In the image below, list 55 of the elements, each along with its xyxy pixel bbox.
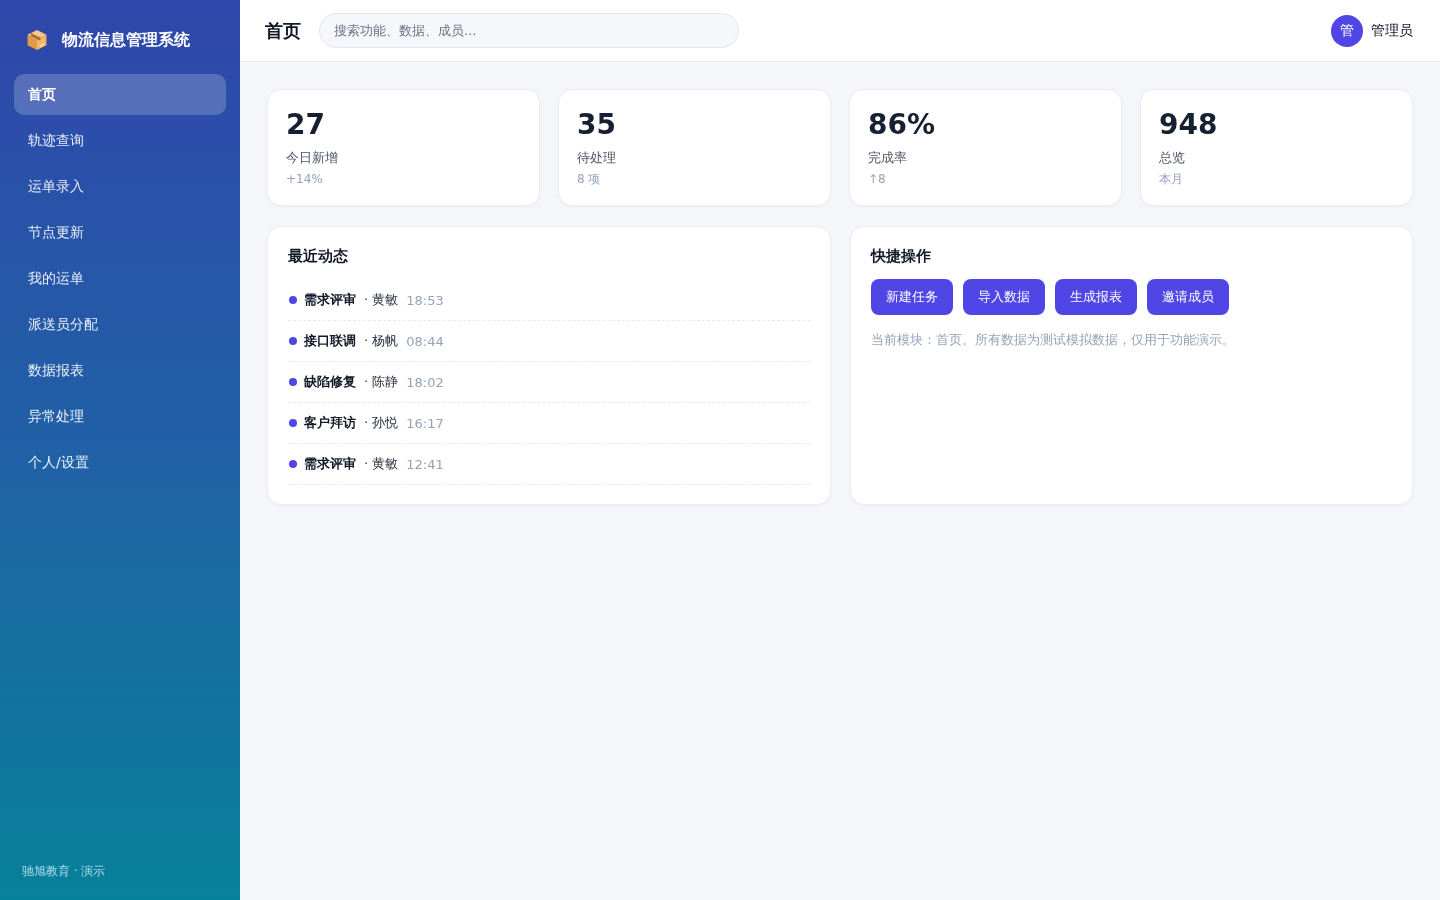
sidebar-footer: 驰旭教育 · 演示: [22, 863, 106, 879]
stat-value: 86%: [868, 108, 936, 142]
activity-time: 16:17: [406, 415, 444, 431]
quick-action-button[interactable]: 生成报表: [1054, 279, 1137, 315]
bullet-dot-icon: [289, 378, 297, 386]
box-icon: [27, 30, 47, 50]
stat-value: 27: [286, 108, 325, 142]
sidebar-item[interactable]: 轨迹查询: [14, 120, 226, 161]
stat-value: 35: [577, 108, 616, 142]
activity-time: 18:53: [406, 292, 444, 308]
sidebar-item[interactable]: 派送员分配: [14, 304, 226, 345]
stat-value: 948: [1159, 108, 1218, 142]
sidebar-item[interactable]: 运单录入: [14, 166, 226, 207]
panel-title: 快捷操作: [870, 246, 931, 266]
stat-label: 今日新增: [286, 149, 338, 167]
sidebar-item[interactable]: 个人/设置: [14, 442, 226, 483]
bullet-dot-icon: [289, 419, 297, 427]
sidebar-item[interactable]: 我的运单: [14, 258, 226, 299]
quick-action-button[interactable]: 邀请成员: [1146, 279, 1229, 315]
bullet-dot-icon: [289, 296, 297, 304]
activity-title: 缺陷修复: [304, 373, 356, 391]
activity-title: 需求评审: [304, 455, 356, 473]
stat-note: +14%: [286, 171, 323, 187]
page-title: 首页: [265, 18, 301, 43]
user-name[interactable]: 管理员: [1371, 21, 1413, 40]
activity-person: · 孙悦: [364, 414, 399, 432]
activity-title: 需求评审: [304, 291, 356, 309]
search-field[interactable]: 搜索功能、数据、成员...: [319, 13, 739, 48]
panel-title: 最近动态: [288, 246, 348, 266]
module-note: 当前模块：首页。所有数据为测试模拟数据，仅用于功能演示。: [870, 331, 1235, 349]
activity-title: 接口联调: [304, 332, 356, 350]
stat-label: 总览: [1159, 149, 1185, 167]
bullet-dot-icon: [289, 337, 297, 345]
activity-person: · 黄敏: [364, 455, 399, 473]
activity-person: · 黄敏: [364, 291, 399, 309]
sidebar-item[interactable]: 首页: [14, 74, 226, 115]
stat-label: 完成率: [868, 149, 907, 167]
activity-title: 客户拜访: [304, 414, 356, 432]
quick-action-button[interactable]: 新建任务: [870, 279, 953, 315]
activity-person: · 杨帆: [364, 332, 399, 350]
app-title: 物流信息管理系统: [62, 29, 190, 51]
activity-time: 12:41: [406, 456, 444, 472]
quick-action-button[interactable]: 导入数据: [962, 279, 1045, 315]
activity-time: 18:02: [406, 374, 444, 390]
sidebar-item[interactable]: 数据报表: [14, 350, 226, 391]
activity-person: · 陈静: [364, 373, 399, 391]
stat-note: 本月: [1159, 171, 1183, 187]
sidebar-item[interactable]: 异常处理: [14, 396, 226, 437]
stat-label: 待处理: [577, 149, 616, 167]
sidebar-item[interactable]: 节点更新: [14, 212, 226, 253]
bullet-dot-icon: [289, 460, 297, 468]
activity-time: 08:44: [406, 333, 444, 349]
stat-note: ↑8: [868, 171, 886, 187]
stat-note: 8 项: [577, 171, 601, 187]
user-avatar[interactable]: 管: [1331, 14, 1363, 47]
